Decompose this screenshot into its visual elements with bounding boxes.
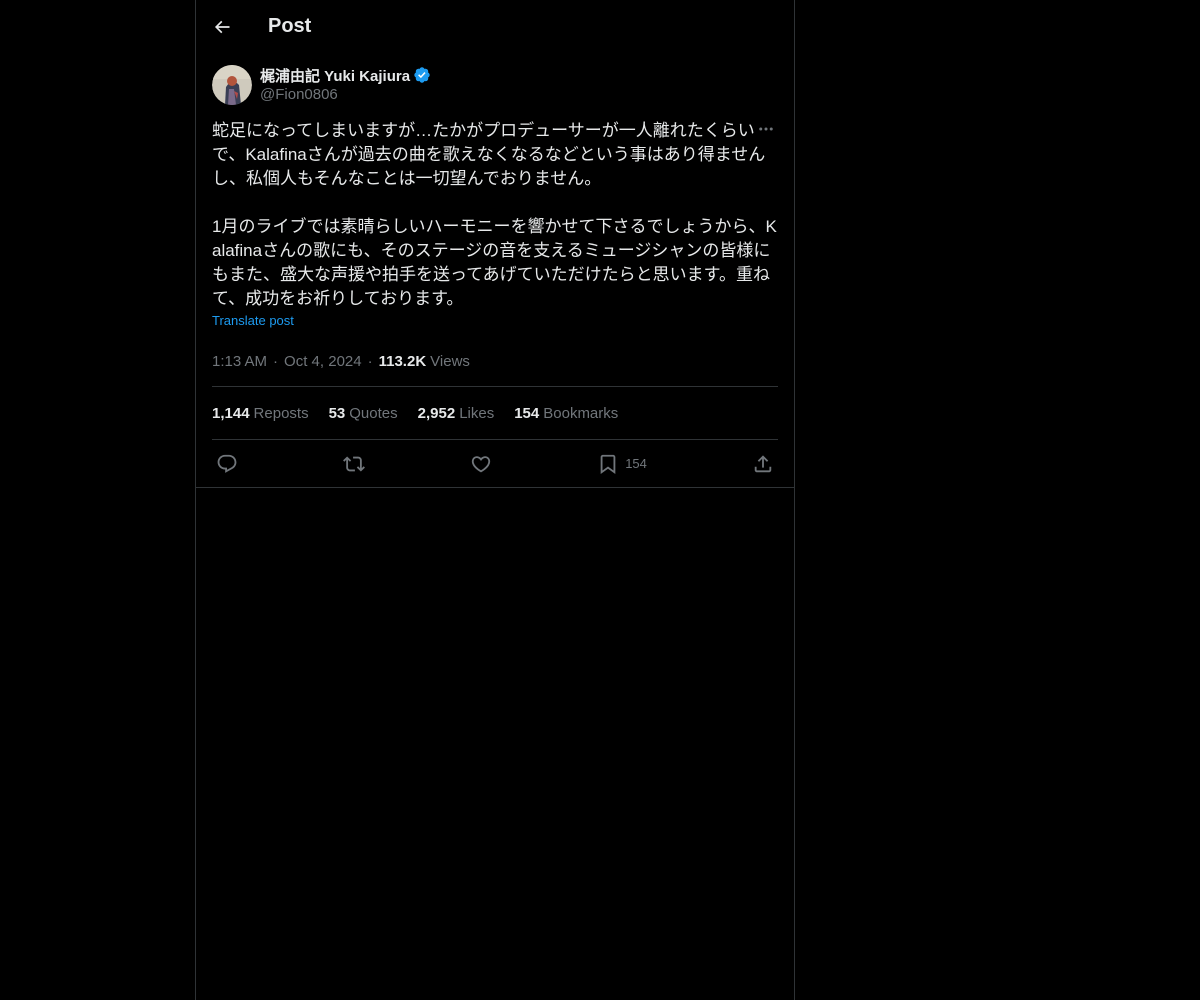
likes-count: 2,952 [417, 404, 456, 422]
repost-button[interactable] [343, 453, 366, 475]
action-bar: 154 [212, 440, 778, 487]
display-name[interactable]: 梶浦由記 Yuki Kajiura [260, 65, 410, 86]
separator-dot: · [367, 352, 373, 370]
page-title: Post [268, 15, 312, 37]
top-bar: Post [196, 0, 794, 53]
like-button[interactable] [470, 453, 492, 475]
post-detail: 梶浦由記 Yuki Kajiura @Fion0806 蛇足になってしまいますが… [196, 53, 794, 488]
reposts-count: 1,144 [212, 404, 250, 422]
verified-badge-icon [413, 66, 431, 84]
reply-button[interactable] [216, 453, 238, 475]
separator-dot: · [273, 352, 279, 370]
quotes-label: Quotes [349, 404, 398, 422]
display-name-row: 梶浦由記 Yuki Kajiura [260, 65, 431, 85]
post-text: 蛇足になってしまいますが…たかがプロデューサーが一人離れたくらいで、Kalafi… [212, 121, 777, 308]
more-horizontal-icon [757, 120, 775, 138]
translate-post-link[interactable]: Translate post [212, 313, 294, 328]
handle[interactable]: @Fion0806 [260, 86, 431, 103]
bookmark-icon [597, 453, 619, 475]
post-column: Post 梶浦由記 Yuki Kajiura @Fion0806 蛇足になってし… [195, 0, 795, 1000]
reply-icon [216, 453, 238, 475]
likes-stat[interactable]: 2,952 Likes [418, 405, 495, 422]
post-meta: 1:13 AM · Oct 4, 2024 · 113.2K Views [212, 346, 778, 387]
views-label: Views [430, 352, 470, 370]
engagement-stats: 1,144 Reposts 53 Quotes 2,952 Likes 154 Book… [212, 387, 778, 440]
bookmarks-label: Bookmarks [543, 404, 619, 422]
reposts-label: Reposts [253, 404, 309, 422]
avatar[interactable] [212, 65, 252, 105]
arrow-left-icon [212, 17, 232, 37]
reposts-stat[interactable]: 1,144 Reposts [212, 405, 309, 422]
post-bottom-divider [196, 487, 794, 488]
views-count: 113.2K [378, 352, 427, 370]
author-row: 梶浦由記 Yuki Kajiura @Fion0806 [212, 65, 778, 107]
share-icon [752, 453, 774, 475]
bookmarks-count: 154 [514, 404, 540, 422]
likes-label: Likes [459, 404, 495, 422]
heart-icon [470, 453, 492, 475]
quotes-count: 53 [328, 404, 346, 422]
bookmark-button[interactable]: 154 [597, 453, 647, 475]
quotes-stat[interactable]: 53 Quotes [329, 405, 398, 422]
share-button[interactable] [752, 453, 774, 475]
back-button[interactable] [204, 9, 240, 45]
post-time[interactable]: 1:13 AM [212, 353, 267, 370]
more-options-button[interactable] [754, 117, 778, 141]
bookmark-count: 154 [625, 456, 647, 471]
post-date[interactable]: Oct 4, 2024 [284, 353, 362, 370]
repost-icon [343, 453, 366, 475]
author-names: 梶浦由記 Yuki Kajiura @Fion0806 [260, 65, 431, 103]
bookmarks-stat[interactable]: 154 Bookmarks [514, 405, 618, 422]
